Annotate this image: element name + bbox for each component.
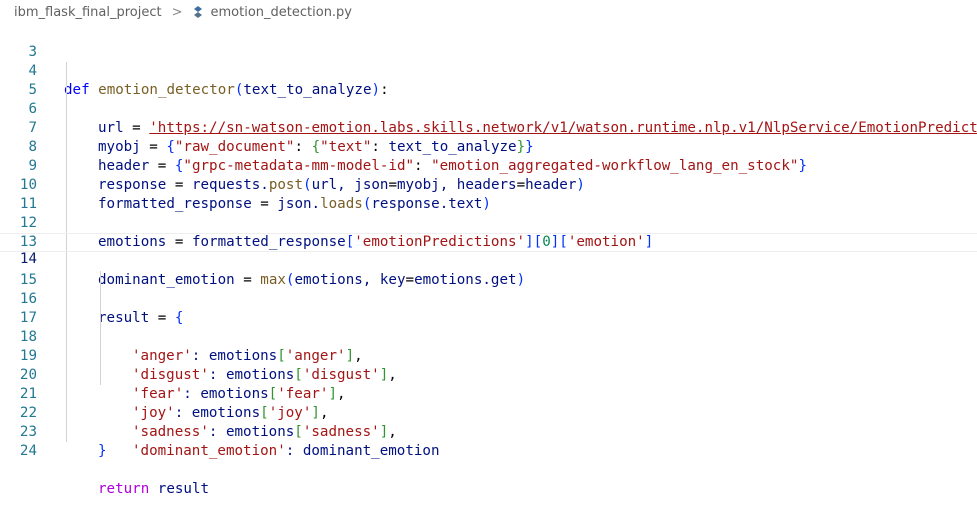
code-editor[interactable]: 3 4 def emotion_detector(text_to_analyze… bbox=[0, 24, 977, 497]
code-line[interactable]: 11 emotions = formatted_response['emotio… bbox=[0, 176, 977, 250]
code-line[interactable]: 3 bbox=[0, 24, 977, 60]
indent-guide bbox=[66, 309, 67, 328]
code-line[interactable]: 18 'fear': emotions['fear'], bbox=[0, 309, 977, 402]
code-line[interactable]: 16 'anger': emotions['anger'], bbox=[0, 271, 977, 364]
indent-guide bbox=[100, 347, 101, 366]
indent-guide bbox=[66, 214, 67, 233]
code-line-current[interactable]: 14 bbox=[0, 233, 977, 267]
indent-guide bbox=[100, 328, 101, 347]
breadcrumb: ibm_flask_final_project > emotion_detect… bbox=[0, 0, 977, 24]
indent-guide bbox=[66, 252, 67, 271]
code-line[interactable]: 24 return result bbox=[0, 423, 977, 497]
bracket: } bbox=[98, 443, 107, 459]
chevron-right-icon: > bbox=[171, 4, 183, 20]
indent-guide bbox=[66, 385, 67, 404]
code-line[interactable]: 15 result = { bbox=[0, 252, 977, 326]
code-line[interactable]: 13 dominant_emotion = max(emotions, key=… bbox=[0, 214, 977, 288]
indent-guide bbox=[66, 366, 67, 385]
indent-guide bbox=[100, 271, 101, 290]
indent-guide bbox=[100, 366, 101, 385]
code-line[interactable]: 20 'sadness': emotions['sadness'], bbox=[0, 347, 977, 440]
string: 'dominant_emotion' bbox=[132, 443, 286, 459]
code-line[interactable]: 5 url = 'https://sn-watson-emotion.labs.… bbox=[0, 62, 977, 136]
indent-guide bbox=[66, 157, 67, 176]
indent-guide bbox=[100, 290, 101, 309]
indent-guide bbox=[66, 423, 67, 442]
code-line[interactable]: 8 response = requests.post(url, json=myo… bbox=[0, 119, 977, 193]
indent-guide bbox=[100, 309, 101, 328]
code-line[interactable]: 12 bbox=[0, 195, 977, 231]
indent-guide bbox=[66, 138, 67, 157]
variable: : dominant_emotion bbox=[285, 443, 440, 459]
code-line[interactable]: 9 formatted_response = json.loads(respon… bbox=[0, 138, 977, 212]
keyword-return: return bbox=[98, 481, 150, 497]
code-text: 'dominant_emotion': dominant_emotion bbox=[132, 442, 440, 461]
code-line[interactable]: 7 header = {"grpc-metadata-mm-model-id":… bbox=[0, 100, 977, 174]
code-line[interactable]: 17 'disgust': emotions['disgust'], bbox=[0, 290, 977, 383]
indent-guide bbox=[66, 195, 67, 214]
code-line[interactable]: 19 'joy': emotions['joy'], bbox=[0, 328, 977, 421]
code-line[interactable]: 21 'dominant_emotion': dominant_emotion bbox=[0, 366, 977, 459]
indent-guide bbox=[66, 119, 67, 138]
indent-guide bbox=[66, 62, 67, 81]
indent-guide bbox=[66, 404, 67, 423]
indent-guide bbox=[66, 271, 67, 290]
python-file-icon bbox=[193, 6, 202, 18]
variable: result bbox=[157, 481, 210, 497]
code-line[interactable]: 10 bbox=[0, 157, 977, 193]
code-line[interactable]: 6 myobj = {"raw_document": {"text": text… bbox=[0, 81, 977, 155]
breadcrumb-folder[interactable]: ibm_flask_final_project bbox=[14, 5, 162, 20]
line-number: 24 bbox=[19, 443, 37, 459]
indent-guide bbox=[66, 100, 67, 119]
code-line[interactable]: 23 bbox=[0, 404, 977, 440]
indent-guide bbox=[66, 81, 67, 100]
indent-guide bbox=[66, 234, 67, 251]
indent-guide bbox=[66, 176, 67, 195]
code-line[interactable]: 4 def emotion_detector(text_to_analyze): bbox=[0, 43, 977, 98]
code-text: } bbox=[98, 442, 107, 461]
indent-guide bbox=[66, 347, 67, 366]
breadcrumb-file[interactable]: emotion_detection.py bbox=[211, 5, 353, 20]
indent-guide bbox=[66, 290, 67, 309]
indent-guide bbox=[66, 328, 67, 347]
code-text: return result bbox=[98, 480, 209, 499]
code-line[interactable]: 22 } bbox=[0, 385, 977, 459]
